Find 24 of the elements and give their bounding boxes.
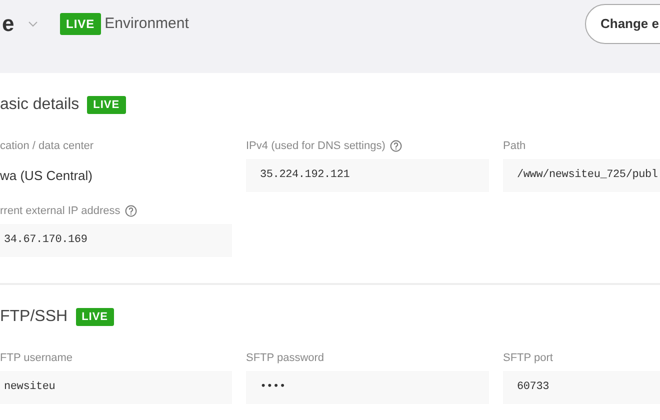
help-icon[interactable]: [390, 140, 402, 152]
section-title: FTP/SSH: [0, 308, 68, 326]
field-label: cation / data center: [0, 140, 94, 152]
environment-label: Environment: [104, 15, 189, 32]
field-label: rrent external IP address: [0, 205, 120, 217]
live-badge: LIVE: [87, 96, 126, 114]
value-field[interactable]: 60733: [503, 371, 660, 404]
site-name: e: [2, 10, 16, 36]
field-label: SFTP port: [503, 352, 553, 364]
value-field[interactable]: /www/newsiteu_725/publ: [503, 159, 660, 192]
field-label: SFTP password: [246, 352, 324, 364]
field-label: Path: [503, 140, 526, 152]
field-label: IPv4 (used for DNS settings): [246, 140, 386, 152]
change-environment-button[interactable]: Change e: [585, 4, 660, 44]
live-badge: LIVE: [60, 12, 101, 34]
value-field[interactable]: newsiteu: [0, 371, 232, 404]
field-value: wa (US Central): [0, 168, 92, 183]
help-icon[interactable]: [125, 205, 138, 217]
value-field[interactable]: 35.224.192.121: [246, 159, 489, 192]
live-badge: LIVE: [76, 308, 114, 326]
value-field[interactable]: 34.67.170.169: [0, 224, 232, 257]
value-field[interactable]: ••••: [246, 371, 489, 404]
field-label: FTP username: [0, 352, 73, 364]
section-title: asic details: [0, 96, 80, 114]
